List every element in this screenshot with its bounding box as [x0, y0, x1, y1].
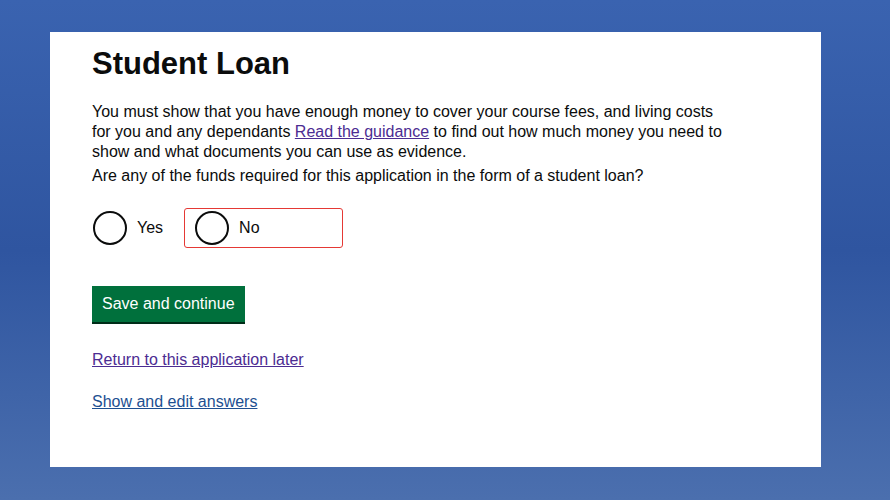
radio-button[interactable]: [195, 211, 229, 245]
save-button[interactable]: Save and continue: [92, 286, 245, 322]
radio-option[interactable]: Yes: [92, 208, 174, 248]
link-list: Return to this application later Show and…: [92, 350, 781, 412]
background-photo: Student Loan You must show that you have …: [0, 0, 890, 500]
page-link[interactable]: Show and edit answers: [92, 392, 257, 412]
radio-group: Yes No: [92, 208, 781, 248]
intro-text: You must show that you have enough money…: [92, 102, 732, 162]
question-text: Are any of the funds required for this a…: [92, 166, 781, 186]
page-link[interactable]: Return to this application later: [92, 350, 304, 370]
radio-label: No: [239, 216, 259, 240]
radio-label: Yes: [137, 216, 163, 240]
radio-option[interactable]: No: [184, 208, 343, 248]
guidance-link[interactable]: Read the guidance: [295, 123, 429, 140]
radio-button[interactable]: [93, 211, 127, 245]
form-card: Student Loan You must show that you have …: [50, 32, 821, 467]
page-title: Student Loan: [92, 44, 781, 84]
